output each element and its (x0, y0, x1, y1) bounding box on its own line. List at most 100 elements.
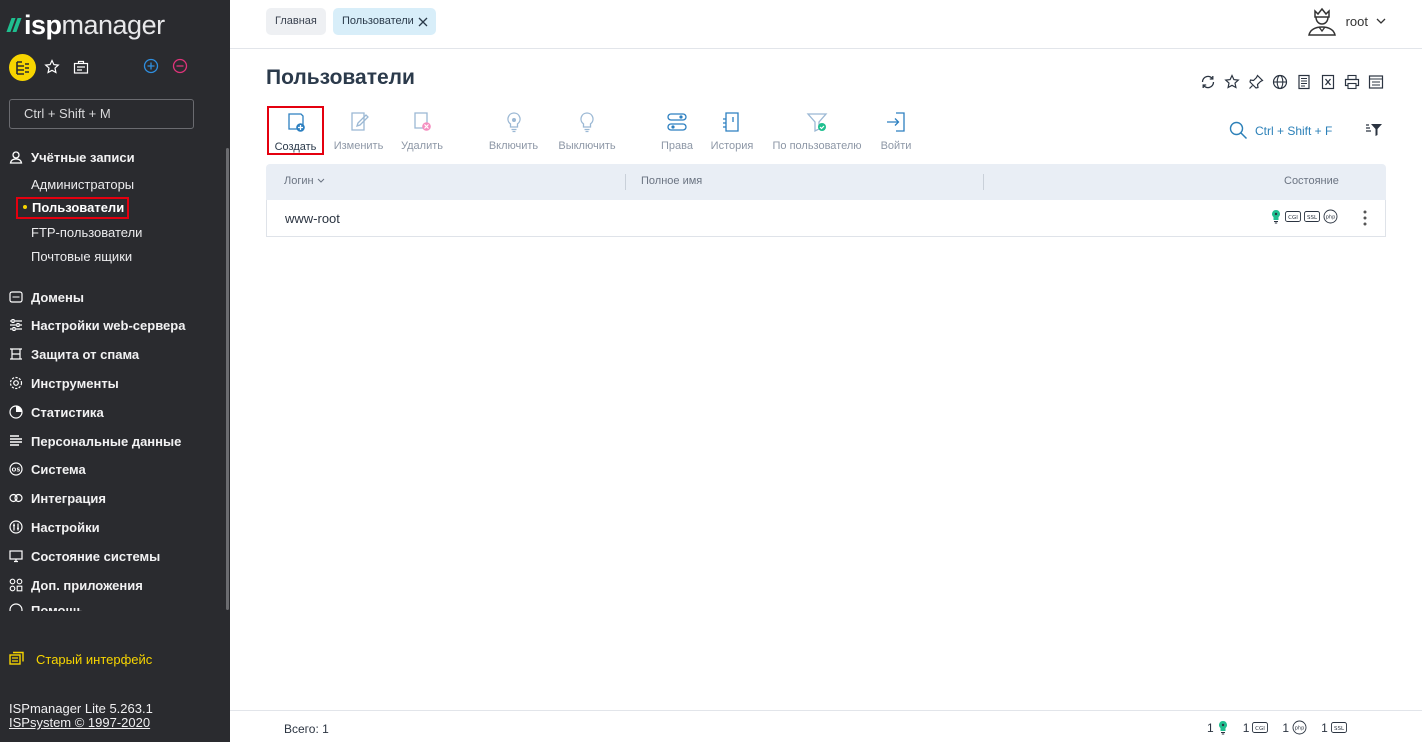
sort-down-icon (317, 178, 324, 183)
edit-button[interactable]: Изменить (333, 106, 384, 154)
bulb-off-icon (575, 110, 599, 134)
tasks-button[interactable] (72, 58, 90, 76)
status-cell: CGI SSL php (1270, 209, 1338, 224)
create-button[interactable]: Создать (267, 106, 324, 155)
login-cell: www-root (285, 211, 340, 226)
enable-button[interactable]: Включить (487, 106, 540, 154)
toolbar-button-label: По пользователю (772, 140, 862, 152)
logo-prefix: isp (24, 9, 62, 40)
table-settings-icon[interactable] (1367, 73, 1385, 91)
page-title: Пользователи (266, 66, 415, 89)
sidebar-item-accounts[interactable]: Учётные записи (8, 149, 135, 165)
star-icon[interactable] (1223, 73, 1241, 91)
column-header-login[interactable]: Логин (284, 175, 325, 187)
logo-suffix: manager (61, 9, 166, 40)
shield-icon (8, 346, 24, 362)
sidebar-item-label: Инструменты (31, 375, 119, 391)
row-menu-icon[interactable] (1363, 210, 1367, 226)
sidebar-item-spam[interactable]: Защита от спама (8, 346, 139, 362)
disable-button[interactable]: Выключить (556, 106, 618, 154)
tree-icon (15, 60, 29, 75)
apps-icon (8, 577, 24, 593)
tab-users[interactable]: Пользователи (333, 8, 436, 35)
favorites-button[interactable] (43, 58, 61, 76)
sidebar-item-system-status[interactable]: Состояние системы (8, 548, 160, 564)
sidebar-item-label: Помощь (31, 602, 85, 612)
tree-menu-button[interactable] (9, 54, 36, 81)
stat-php: 1 php (1282, 720, 1307, 735)
collapse-all-button[interactable] (172, 58, 188, 74)
settings-icon (8, 519, 24, 535)
sidebar-item-users[interactable]: Пользователи (16, 197, 129, 219)
topbar: Главная Пользователи root (230, 0, 1422, 49)
sidebar-item-label: Персональные данные (31, 433, 182, 449)
sidebar-item-statistics[interactable]: Статистика (8, 404, 104, 420)
table-footer: Всего: 1 1 1 CGI 1 php 1 SSL (230, 710, 1422, 742)
chevron-down-icon (1376, 18, 1386, 24)
column-divider[interactable] (625, 174, 626, 190)
history-button[interactable]: История (710, 106, 754, 154)
tab-home[interactable]: Главная (266, 8, 326, 35)
old-interface-label: Старый интерфейс (36, 651, 153, 667)
total-count: Всего: 1 (284, 722, 329, 736)
copyright-link[interactable]: ISPsystem © 1997-2020 (9, 716, 153, 730)
sidebar-item-integration[interactable]: Интеграция (8, 490, 106, 506)
filter-by-user-button[interactable]: По пользователю (771, 106, 863, 154)
list-icon (8, 433, 24, 449)
sidebar-item-label: Доп. приложения (31, 577, 143, 593)
ssl-icon: SSL (1330, 722, 1347, 733)
sidebar-item-tools[interactable]: Инструменты (8, 375, 119, 391)
document-icon[interactable] (1295, 73, 1313, 91)
login-icon (884, 110, 908, 134)
refresh-icon[interactable] (1199, 73, 1217, 91)
column-header-fullname[interactable]: Полное имя (641, 175, 702, 187)
sidebar-item-label: Пользователи (32, 200, 125, 215)
sidebar-item-web-server[interactable]: Настройки web-сервера (8, 317, 185, 333)
toolbar-button-label: Удалить (401, 140, 443, 152)
column-divider[interactable] (983, 174, 984, 190)
integration-icon (8, 490, 24, 506)
delete-button[interactable]: Удалить (400, 106, 444, 154)
pin-icon[interactable] (1247, 73, 1265, 91)
excel-export-icon[interactable] (1319, 73, 1337, 91)
expand-all-button[interactable] (143, 58, 159, 74)
old-interface-link[interactable]: Старый интерфейс (9, 651, 152, 667)
sidebar-scrollbar[interactable] (226, 148, 229, 610)
sidebar-item-system[interactable]: OS Система (8, 461, 86, 477)
stat-count: 1 (1321, 720, 1328, 735)
bulb-on-icon (502, 110, 526, 134)
sidebar-item-apps[interactable]: Доп. приложения (8, 577, 143, 593)
sidebar-item-label: Настройки (31, 519, 100, 535)
sidebar-item-personal-data[interactable]: Персональные данные (8, 433, 181, 449)
filter-icon[interactable] (1365, 122, 1383, 138)
print-icon[interactable] (1343, 73, 1361, 91)
toolbar-button-label: История (710, 140, 754, 152)
sidebar-item-domains[interactable]: Домены (8, 289, 84, 305)
permissions-button[interactable]: Права (660, 106, 694, 154)
key-icon (1272, 210, 1280, 224)
sidebar-item-label: Защита от спама (31, 346, 140, 362)
tab-label: Пользователи (342, 15, 414, 27)
stat-count: 1 (1242, 720, 1250, 735)
toolbar-button-label: Права (661, 140, 693, 152)
table-row[interactable]: www-root CGI SSL php (266, 200, 1386, 237)
menu-search-input[interactable]: Ctrl + Shift + M (9, 99, 194, 129)
avatar-icon (1307, 7, 1336, 36)
login-as-button[interactable]: Войти (879, 106, 913, 154)
close-icon[interactable] (418, 17, 428, 27)
minus-circle-icon (172, 58, 188, 74)
column-header-status[interactable]: Состояние (1284, 175, 1339, 187)
globe-icon[interactable] (1271, 73, 1289, 91)
ispmanager-logo[interactable]: ispmanager (6, 9, 166, 40)
sidebar-item-help[interactable]: Помощь (8, 602, 84, 611)
table-search[interactable]: Ctrl + Shift + F (1229, 121, 1332, 140)
sidebar-item-administrators[interactable]: Администраторы (31, 177, 134, 192)
key-icon (1218, 721, 1227, 735)
sidebar-item-mailboxes[interactable]: Почтовые ящики (31, 249, 132, 264)
user-menu[interactable]: root (1306, 5, 1386, 37)
sidebar-item-settings[interactable]: Настройки (8, 519, 100, 535)
sidebar-item-ftp-users[interactable]: FTP-пользователи (31, 225, 142, 240)
php-icon: php (1323, 209, 1338, 224)
history-icon (720, 110, 744, 134)
permissions-icon (665, 110, 689, 134)
